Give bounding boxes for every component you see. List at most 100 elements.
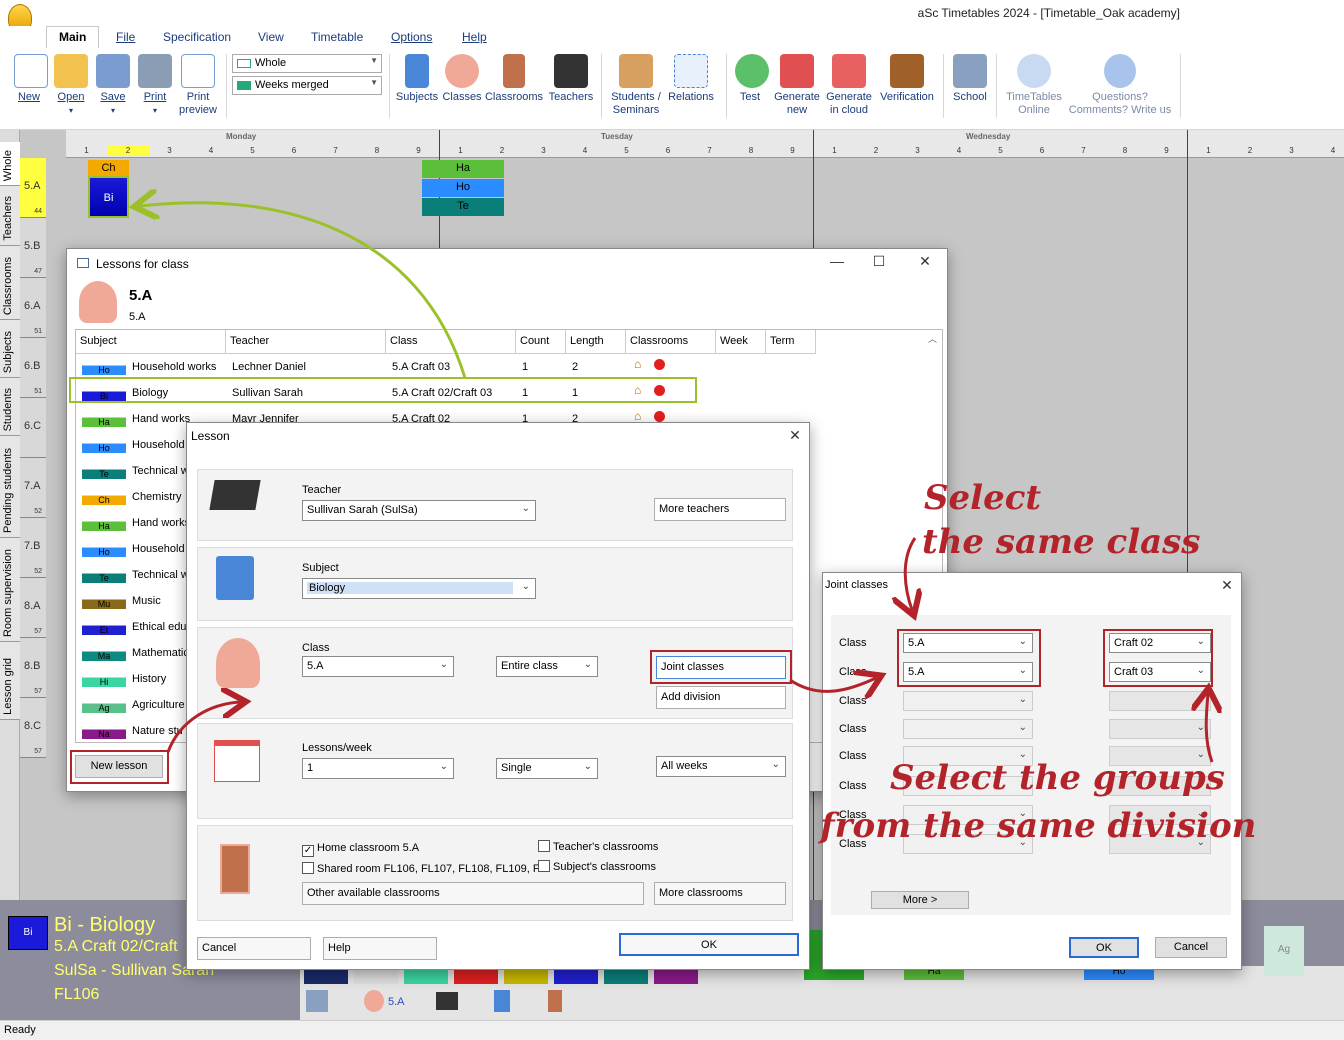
menu-main[interactable]: Main	[46, 26, 100, 48]
tab-students[interactable]: Students	[0, 378, 20, 436]
tab-pending-students[interactable]: Pending students	[0, 436, 20, 538]
grid-row-label[interactable]: 7.A 52	[20, 458, 46, 518]
students-icon[interactable]	[364, 990, 384, 1012]
view-select[interactable]: Whole ▼	[232, 54, 382, 73]
class-select[interactable]: 5.A ⌄	[302, 656, 454, 677]
tab-whole[interactable]: Whole	[0, 142, 20, 186]
joint-class-select[interactable]: ⌄	[903, 691, 1033, 711]
lesson-technical-works[interactable]: Te	[422, 198, 504, 216]
subject-chip: Ma	[82, 645, 126, 661]
lesson-biology[interactable]: Bi	[88, 176, 129, 218]
tray-agriculture[interactable]: Ag	[1264, 926, 1304, 976]
period-number: 4	[956, 146, 962, 155]
tab-subjects[interactable]: Subjects	[0, 320, 20, 378]
grid-row-label[interactable]: 8.A 57	[20, 578, 46, 638]
school-button[interactable]: School	[950, 54, 990, 104]
classes-button[interactable]: Classes	[442, 54, 482, 104]
students-seminars-button[interactable]: Students / Seminars	[606, 54, 666, 117]
col-subject[interactable]: Subject	[76, 330, 226, 354]
weeks-select[interactable]: All weeks ⌄	[656, 756, 786, 777]
grid-row-label[interactable]: 6.C	[20, 398, 46, 458]
questions-button[interactable]: Questions? Comments? Write us	[1066, 54, 1174, 117]
close-icon[interactable]: ✕	[1217, 577, 1237, 594]
school-building-icon[interactable]	[306, 990, 328, 1012]
col-count[interactable]: Count	[516, 330, 566, 354]
joint-cancel-button[interactable]: Cancel	[1155, 937, 1227, 958]
lesson-household-works[interactable]: Ho	[422, 179, 504, 197]
tab-room-supervision[interactable]: Room supervision	[0, 538, 20, 642]
home-classroom-checkbox[interactable]: ✓ Home classroom 5.A	[302, 842, 419, 857]
lessons-per-week-select[interactable]: 1 ⌄	[302, 758, 454, 779]
menu-view[interactable]: View	[258, 30, 284, 44]
menu-help[interactable]: Help	[462, 30, 487, 44]
ok-button[interactable]: OK	[619, 933, 799, 956]
maximize-icon[interactable]: ☐	[869, 253, 889, 270]
grid-row-label[interactable]: 8.C 57	[20, 698, 46, 758]
grid-row-label[interactable]: 5.A 44	[20, 158, 46, 218]
group-select[interactable]: Entire class ⌄	[496, 656, 598, 677]
verification-button[interactable]: Verification	[876, 54, 938, 104]
close-icon[interactable]: ✕	[915, 253, 935, 270]
teachers-classrooms-checkbox[interactable]: Teacher's classrooms	[538, 840, 659, 853]
col-classrooms[interactable]: Classrooms	[626, 330, 716, 354]
subject-select[interactable]: Biology ⌄	[302, 578, 536, 599]
door-icon[interactable]	[548, 990, 562, 1012]
joint-class-select[interactable]: ⌄	[903, 719, 1033, 739]
menu-specification[interactable]: Specification	[163, 30, 231, 44]
col-term[interactable]: Term	[766, 330, 816, 354]
joint-group-select[interactable]: ⌄	[1109, 719, 1211, 739]
shared-room-checkbox[interactable]: Shared room FL106, FL107, FL108, FL109, …	[302, 862, 543, 875]
save-button[interactable]: Save ▾	[96, 54, 130, 117]
add-division-button[interactable]: Add division	[656, 686, 786, 709]
length-select[interactable]: Single ⌄	[496, 758, 598, 779]
col-teacher[interactable]: Teacher	[226, 330, 386, 354]
door-icon	[220, 844, 250, 894]
more-teachers-button[interactable]: More teachers	[654, 498, 786, 521]
more-classrooms-button[interactable]: More classrooms	[654, 882, 786, 905]
more-button[interactable]: More >	[871, 891, 969, 909]
open-button[interactable]: Open ▾	[53, 54, 89, 117]
scroll-up-icon[interactable]: ︿	[928, 332, 937, 345]
generate-new-button[interactable]: Generate new	[772, 54, 822, 117]
new-button[interactable]: New	[14, 54, 48, 104]
grid-row-label[interactable]: 7.B 52	[20, 518, 46, 578]
relations-button[interactable]: Relations	[666, 54, 716, 104]
minimize-icon[interactable]: —	[827, 253, 847, 269]
chevron-down-icon: ⌄	[1018, 694, 1027, 705]
graduation-cap-icon[interactable]	[436, 992, 458, 1010]
teacher-select[interactable]: Sullivan Sarah (SulSa) ⌄	[302, 500, 536, 521]
generate-cloud-button[interactable]: Generate in cloud	[824, 54, 874, 117]
other-classrooms-button[interactable]: Other available classrooms	[302, 882, 644, 905]
grid-row-label[interactable]: 8.B 57	[20, 638, 46, 698]
print-preview-button[interactable]: Print preview	[176, 54, 220, 117]
lesson-chemistry[interactable]: Ch	[88, 160, 129, 176]
test-button[interactable]: Test	[735, 54, 769, 104]
close-icon[interactable]: ✕	[785, 427, 805, 444]
tab-lesson-grid[interactable]: Lesson grid	[0, 642, 20, 720]
menu-options[interactable]: Options	[391, 30, 432, 44]
book-icon[interactable]	[494, 990, 510, 1012]
weeks-select[interactable]: Weeks merged ▼	[232, 76, 382, 95]
menu-timetable[interactable]: Timetable	[311, 30, 363, 44]
menu-file[interactable]: File	[116, 30, 135, 44]
grid-row-label[interactable]: 5.B 47	[20, 218, 46, 278]
cancel-button[interactable]: Cancel	[197, 937, 311, 960]
classrooms-button[interactable]: Classrooms	[484, 54, 544, 104]
help-button[interactable]: Help	[323, 937, 437, 960]
lesson-hand-works[interactable]: Ha	[422, 160, 504, 178]
col-class[interactable]: Class	[386, 330, 516, 354]
tab-classrooms[interactable]: Classrooms	[0, 246, 20, 320]
teachers-button[interactable]: Teachers	[547, 54, 595, 104]
print-button[interactable]: Print ▾	[138, 54, 172, 117]
joint-ok-button[interactable]: OK	[1069, 937, 1139, 958]
col-week[interactable]: Week	[716, 330, 766, 354]
col-length[interactable]: Length	[566, 330, 626, 354]
subjects-classrooms-checkbox[interactable]: Subject's classrooms	[538, 860, 656, 873]
tab-teachers[interactable]: Teachers	[0, 186, 20, 246]
row-name: 6.C	[24, 420, 42, 432]
joint-group-select[interactable]: ⌄	[1109, 691, 1211, 711]
grid-row-label[interactable]: 6.A 51	[20, 278, 46, 338]
grid-row-label[interactable]: 6.B 51	[20, 338, 46, 398]
subjects-button[interactable]: Subjects	[394, 54, 440, 104]
timetables-online-button[interactable]: TimeTables Online	[1002, 54, 1066, 117]
